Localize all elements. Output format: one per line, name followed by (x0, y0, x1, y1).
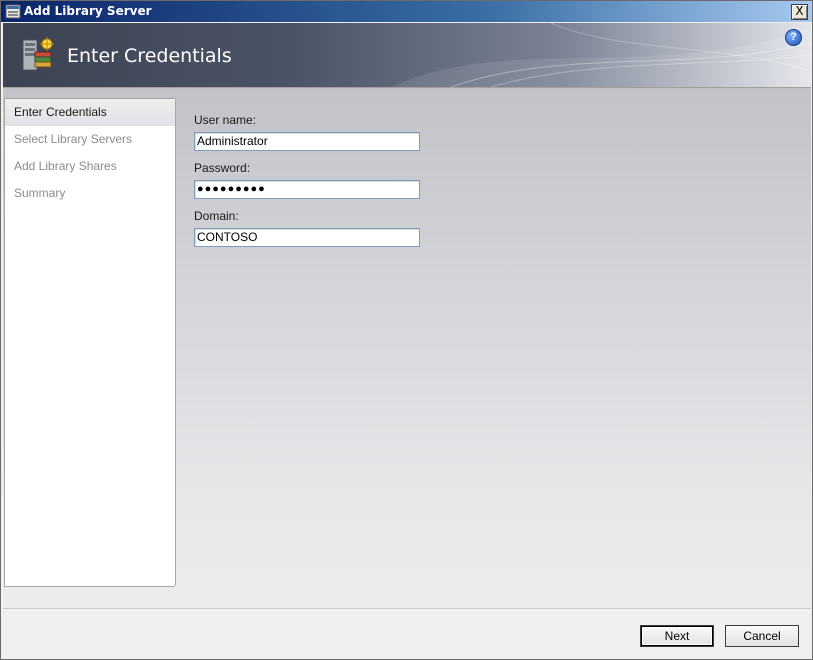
help-icon[interactable]: ? (785, 29, 802, 46)
username-label: User name: (194, 113, 257, 127)
library-server-icon (22, 37, 54, 71)
step-select-library-servers[interactable]: Select Library Servers (5, 126, 175, 153)
wizard-steps-sidebar: Enter Credentials Select Library Servers… (4, 98, 176, 587)
domain-label: Domain: (194, 209, 239, 223)
wizard-footer: Next Cancel (3, 608, 811, 659)
window-title: Add Library Server (24, 4, 152, 18)
step-summary[interactable]: Summary (5, 180, 175, 207)
header-decoration (391, 23, 811, 87)
next-button[interactable]: Next (640, 625, 714, 647)
app-icon (5, 4, 21, 19)
close-button[interactable]: X (791, 4, 808, 20)
add-library-server-dialog: Add Library Server X Enter Credentials ?… (0, 0, 813, 660)
domain-field[interactable]: CONTOSO (194, 228, 420, 247)
page-title: Enter Credentials (67, 45, 232, 67)
username-field[interactable]: Administrator (194, 132, 420, 151)
password-label: Password: (194, 161, 251, 175)
cancel-button[interactable]: Cancel (725, 625, 799, 647)
password-field[interactable]: ●●●●●●●●● (194, 180, 420, 199)
title-bar: Add Library Server X (1, 1, 812, 22)
step-enter-credentials[interactable]: Enter Credentials (5, 99, 175, 126)
wizard-content: Enter Credentials Select Library Servers… (3, 87, 811, 608)
step-add-library-shares[interactable]: Add Library Shares (5, 153, 175, 180)
wizard-header: Enter Credentials ? (3, 23, 811, 87)
